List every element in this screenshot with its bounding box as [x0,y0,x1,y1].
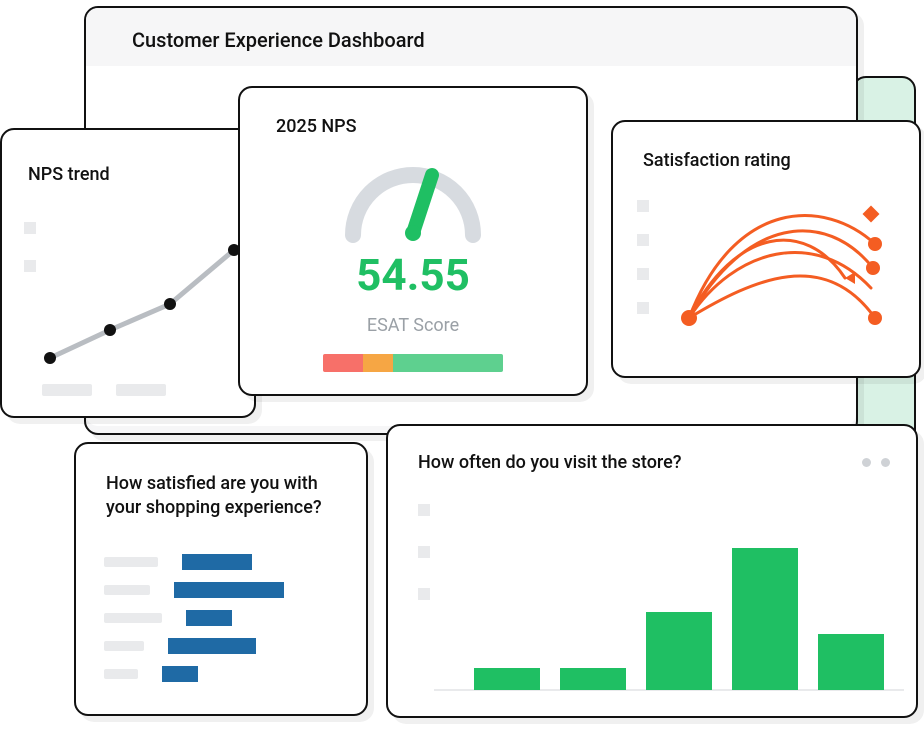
nps-score-value: 54.55 [356,249,470,301]
gauge-icon [338,155,488,245]
score-zone-bar [323,354,503,372]
hbar [168,638,256,654]
satisfied-q-title: How satisfied are you with your shopping… [76,444,366,521]
satisfaction-chart [675,188,895,348]
card-menu-icon[interactable] [862,458,890,467]
card-satisfaction: Satisfaction rating [611,120,921,378]
category-placeholder [104,557,158,567]
legend-swatch [24,260,36,272]
legend-swatch [637,234,649,246]
card-satisfied-question: How satisfied are you with your shopping… [74,442,368,716]
category-placeholder [104,613,162,623]
legend-swatch [637,268,649,280]
nps-score-subtitle: ESAT Score [367,315,459,336]
legend-swatch [637,302,649,314]
card-nps-trend: NPS trend [0,128,256,418]
hbar [186,610,232,626]
hbar [182,554,252,570]
nps-trend-title: NPS trend [2,130,254,185]
legend-swatch [418,588,430,600]
hbar [162,666,198,682]
axis-label-placeholder [116,384,166,396]
legend-swatch [418,504,430,516]
page-title: Customer Experience Dashboard [86,8,856,66]
visit-q-title: How often do you visit the store? [418,452,682,473]
nps-trend-chart [38,210,258,380]
satisfaction-title: Satisfaction rating [613,122,919,171]
legend-swatch [418,546,430,558]
card-nps-score: 2025 NPS 54.55 ESAT Score [238,86,588,396]
nps-score-title: 2025 NPS [240,88,586,137]
axis-label-placeholder [42,384,92,396]
legend-swatch [637,200,649,212]
category-placeholder [104,585,150,595]
visit-bar-chart [434,500,904,700]
hbar [174,582,284,598]
card-visit-frequency: How often do you visit the store? [386,424,918,718]
category-placeholder [104,641,144,651]
category-placeholder [104,669,138,679]
legend-swatch [24,222,36,234]
